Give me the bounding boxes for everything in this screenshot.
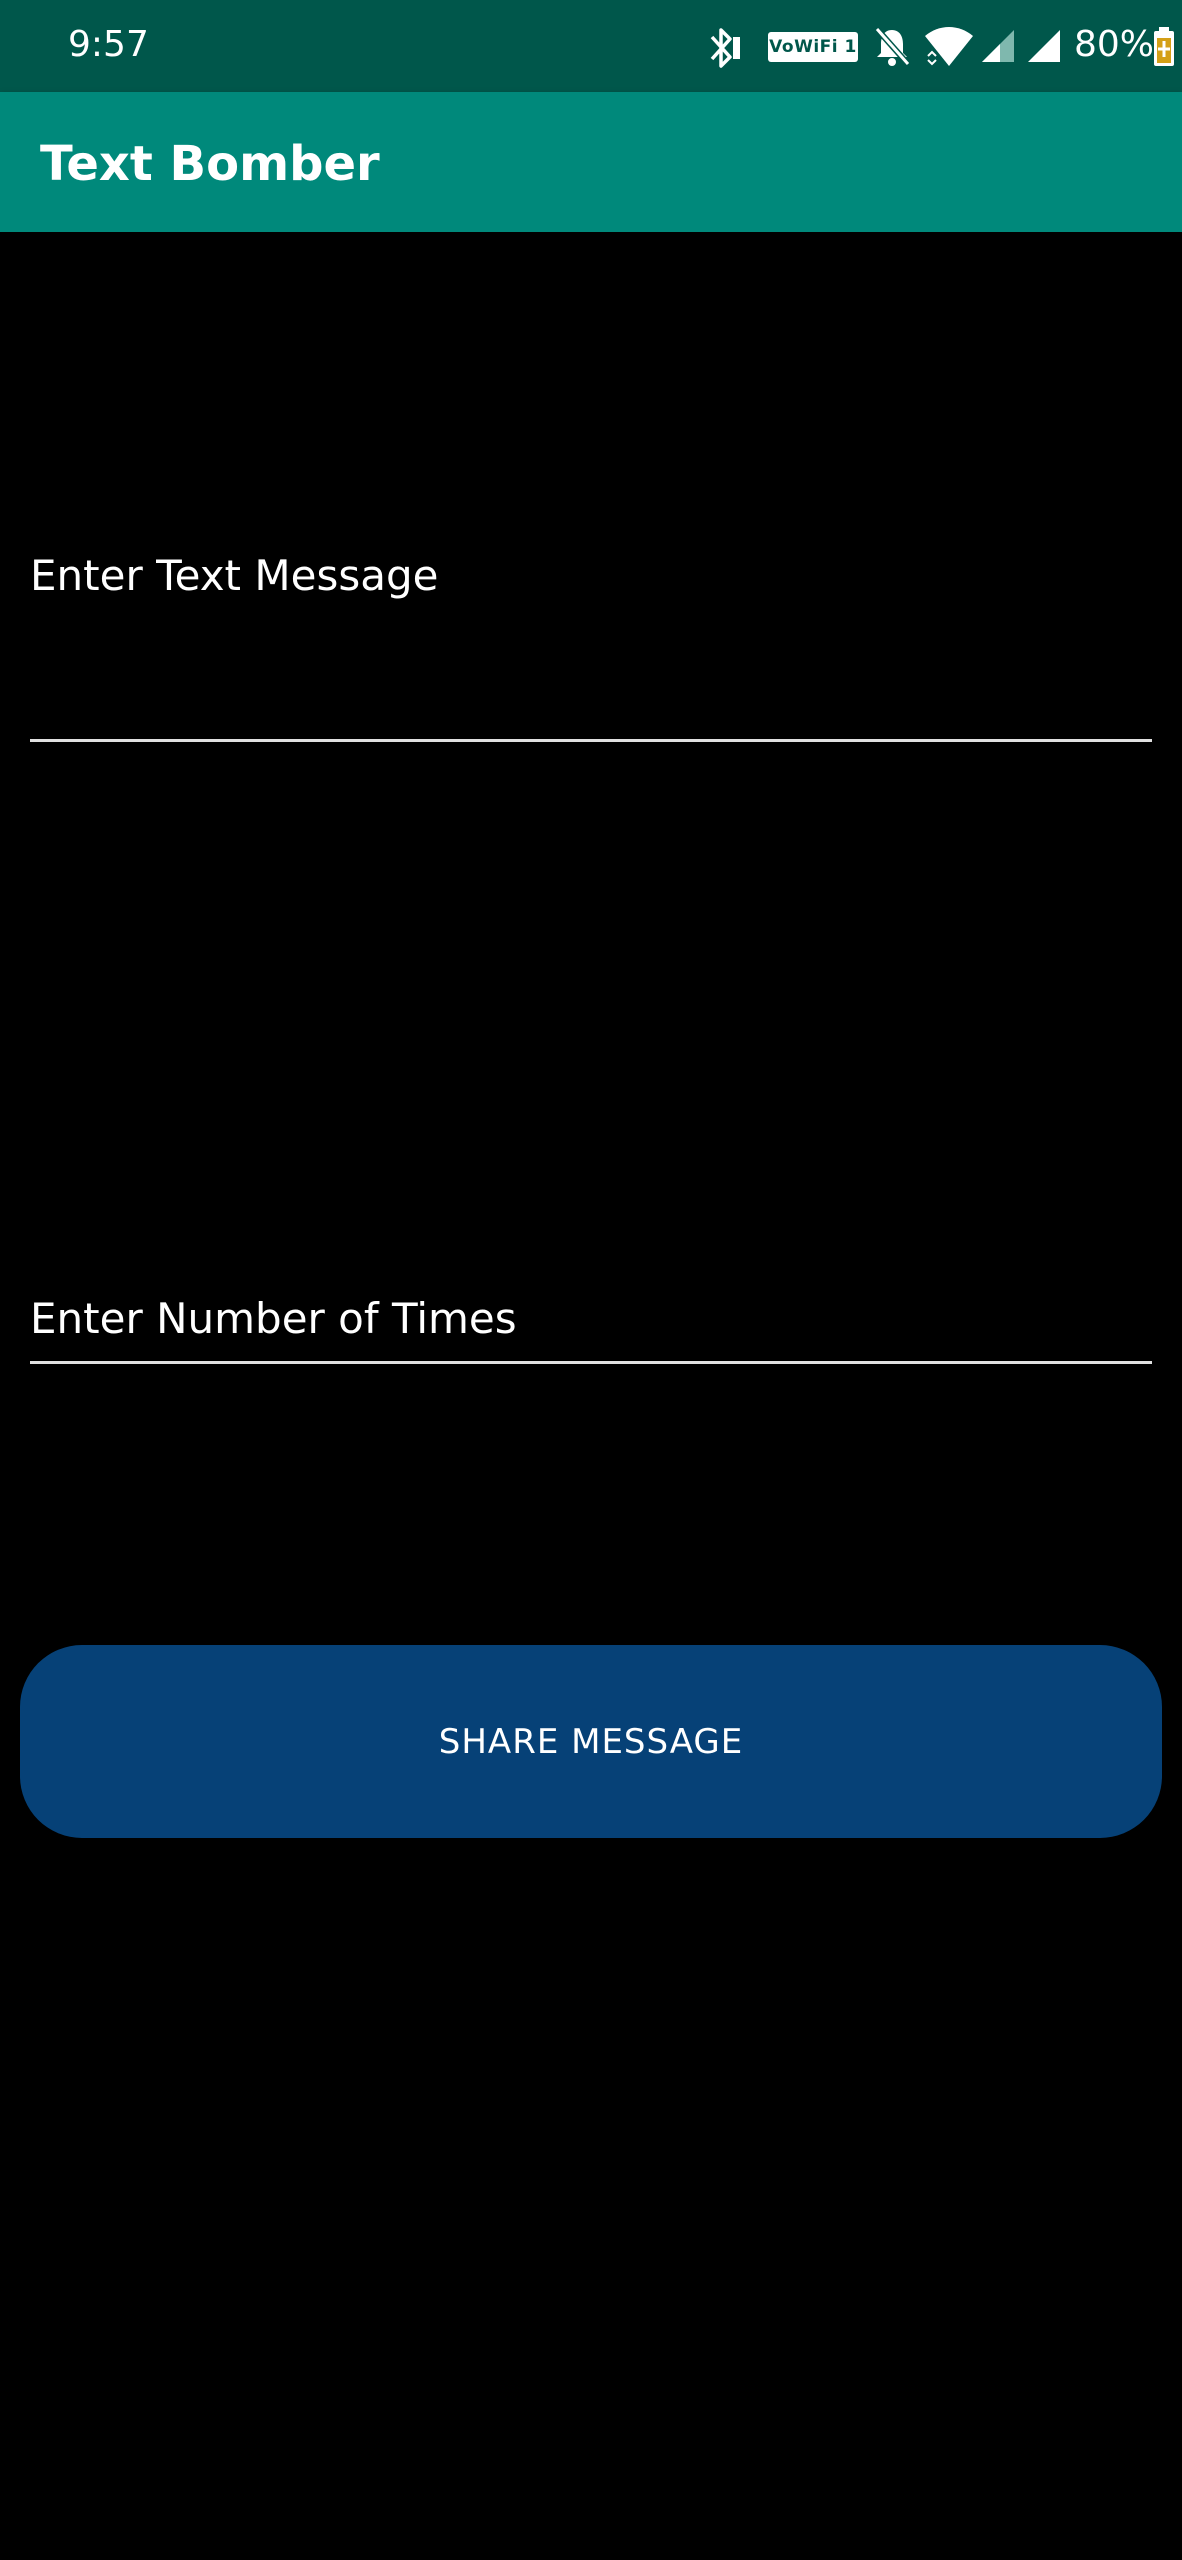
vowifi-icon: VoWiFi 1 xyxy=(768,32,858,62)
bell-muted-icon xyxy=(874,27,911,66)
share-message-button[interactable]: SHARE MESSAGE xyxy=(20,1645,1162,1838)
app-bar: Text Bomber xyxy=(0,92,1182,232)
times-field[interactable] xyxy=(30,1258,1152,1364)
times-underline xyxy=(30,1361,1152,1364)
battery-percent: 80% xyxy=(1074,24,1155,65)
message-field[interactable] xyxy=(30,520,1152,742)
bluetooth-icon xyxy=(710,28,740,68)
times-input[interactable] xyxy=(30,1258,1152,1364)
message-underline xyxy=(30,739,1152,742)
wifi-icon xyxy=(925,27,973,66)
battery-icon xyxy=(1154,27,1174,66)
signal-icon xyxy=(1028,30,1060,62)
app-title: Text Bomber xyxy=(40,136,380,192)
message-input[interactable] xyxy=(30,520,1152,742)
status-icons: VoWiFi 1 80% xyxy=(622,0,1182,92)
signal-icon xyxy=(982,30,1014,62)
status-time: 9:57 xyxy=(68,24,149,65)
status-bar: 9:57 VoWiFi 1 80% xyxy=(0,0,1182,92)
